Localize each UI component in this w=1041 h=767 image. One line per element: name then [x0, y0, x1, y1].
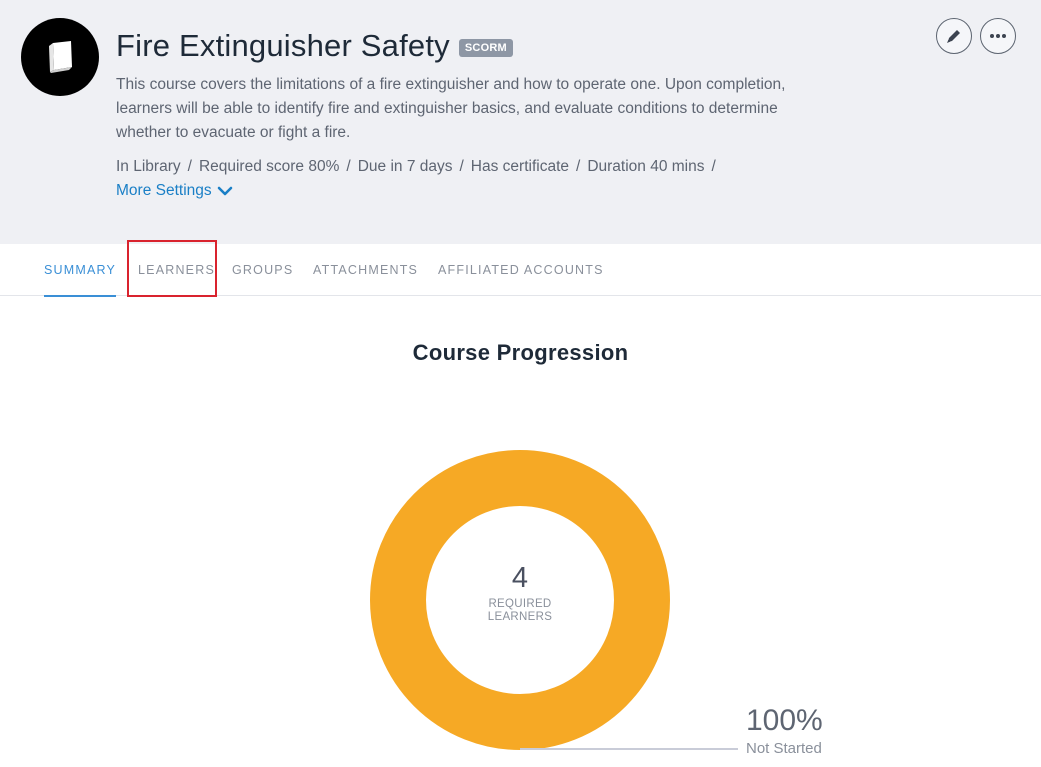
required-learners-label: REQUIRED LEARNERS [487, 598, 553, 623]
meta-due: Due in 7 days [357, 158, 453, 175]
tab-groups[interactable]: GROUPS [232, 244, 293, 296]
edit-button[interactable] [936, 18, 972, 54]
meta-certificate: Has certificate [470, 158, 569, 175]
course-description: This course covers the limitations of a … [116, 76, 786, 141]
meta-separator: / [346, 158, 351, 175]
meta-required-score: Required score 80% [198, 158, 340, 175]
segment-leader-line [520, 748, 738, 750]
meta-separator: / [459, 158, 464, 175]
segment-percent: 100% [746, 704, 823, 737]
segment-label: Not Started [746, 740, 822, 757]
meta-separator: / [187, 158, 192, 175]
meta-duration: Duration 40 mins [587, 158, 705, 175]
progression-title: Course Progression [412, 340, 629, 365]
chevron-down-icon [217, 186, 232, 196]
course-avatar [21, 18, 99, 96]
pencil-icon [947, 30, 960, 43]
scorm-badge: SCORM [458, 39, 513, 57]
course-title: Fire Extinguisher Safety [116, 28, 450, 63]
meta-separator: / [576, 158, 581, 175]
tab-affiliated-accounts[interactable]: AFFILIATED ACCOUNTS [438, 244, 604, 296]
donut-center: 4 REQUIRED LEARNERS [368, 560, 672, 624]
more-options-button[interactable] [980, 18, 1016, 54]
required-learners-count: 4 [511, 562, 529, 594]
course-meta: In Library / Required score 80% / Due in 7 d… [116, 155, 723, 179]
tab-attachments[interactable]: ATTACHMENTS [313, 244, 418, 296]
book-icon [49, 41, 72, 73]
more-settings-link[interactable]: More Settings [116, 179, 233, 203]
more-settings-label: More Settings [116, 182, 212, 199]
course-tabs: SUMMARY LEARNERS GROUPS ATTACHMENTS AFFI… [0, 244, 1041, 297]
meta-library: In Library [116, 158, 181, 175]
course-header: Fire Extinguisher Safety SCORM This cour… [0, 0, 1041, 244]
ellipsis-icon [990, 34, 1006, 38]
tab-summary[interactable]: SUMMARY [44, 244, 117, 297]
tab-learners[interactable]: LEARNERS [138, 244, 215, 296]
meta-separator: / [711, 158, 716, 175]
